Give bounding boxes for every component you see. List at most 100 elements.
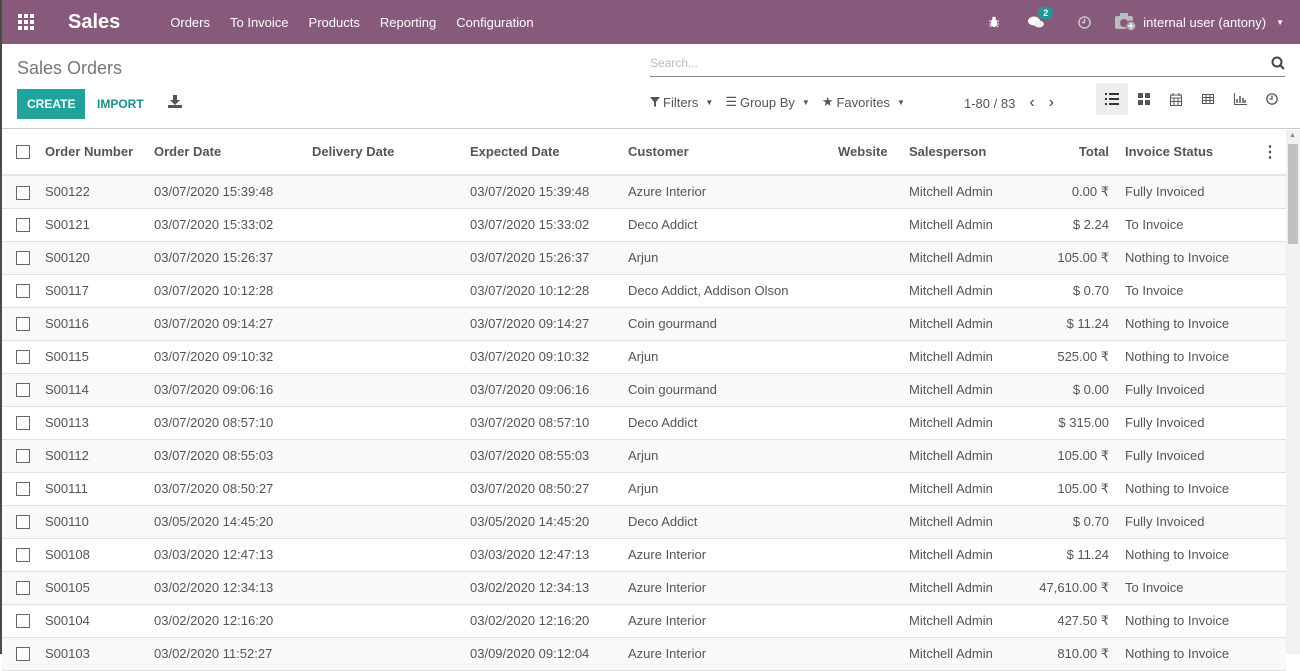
table-row[interactable]: S00105 03/02/2020 12:34:13 03/02/2020 12:3… [2,571,1286,605]
filters-dropdown[interactable]: Filters ▼ [650,95,713,110]
cell-salesperson: Mitchell Admin [901,340,1021,374]
activity-view-button[interactable] [1256,83,1288,115]
apps-menu-button[interactable] [2,0,50,44]
cell-delivery-date [304,472,462,506]
search-input[interactable] [650,53,1250,73]
col-salesperson[interactable]: Salesperson [901,129,1021,176]
favorites-dropdown[interactable]: ★ Favorites ▼ [822,94,905,110]
cell-website [830,406,901,440]
col-total[interactable]: Total [1021,129,1117,176]
cell-delivery-date [304,373,462,407]
cell-order-number: S00116 [37,307,146,341]
row-checkbox[interactable] [16,482,30,497]
table-row[interactable]: S00120 03/07/2020 15:26:37 03/07/2020 15:2… [2,241,1286,275]
row-checkbox[interactable] [16,218,30,233]
table-row[interactable]: S00115 03/07/2020 09:10:32 03/07/2020 09:1… [2,340,1286,374]
row-checkbox[interactable] [16,185,30,200]
row-checkbox[interactable] [16,350,30,365]
table-row[interactable]: S00117 03/07/2020 10:12:28 03/07/2020 10:1… [2,274,1286,308]
row-checkbox[interactable] [16,383,30,398]
pager-value[interactable]: 1-80 / 83 [964,96,1015,111]
col-invoice-status[interactable]: Invoice Status [1117,129,1254,176]
cell-expected-date: 03/07/2020 08:55:03 [462,439,620,473]
group-by-dropdown[interactable]: ☰ Group By ▼ [725,94,810,110]
list-view-button[interactable] [1096,83,1128,115]
cell-expected-date: 03/07/2020 09:10:32 [462,340,620,374]
cell-salesperson: Mitchell Admin [901,406,1021,440]
row-checkbox[interactable] [16,284,30,299]
menu-reporting[interactable]: Reporting [370,15,446,30]
cell-salesperson: Mitchell Admin [901,373,1021,407]
cell-delivery-date [304,175,462,209]
app-title[interactable]: Sales [68,11,120,34]
cell-invoice-status: Fully Invoiced [1117,505,1254,539]
cell-order-date: 03/07/2020 10:12:28 [146,274,304,308]
menu-orders[interactable]: Orders [160,15,220,30]
cell-salesperson: Mitchell Admin [901,208,1021,242]
kanban-view-button[interactable] [1128,83,1160,115]
table-row[interactable]: S00110 03/05/2020 14:45:20 03/05/2020 14:4… [2,505,1286,539]
cell-total: 105.00 ₹ [1021,241,1117,275]
pivot-view-button[interactable] [1192,83,1224,115]
calendar-view-button[interactable] [1160,83,1192,115]
row-checkbox[interactable] [16,317,30,332]
debug-bug-icon[interactable] [988,16,1000,28]
menu-to-invoice[interactable]: To Invoice [220,15,299,30]
col-expected-date[interactable]: Expected Date [462,129,620,176]
menu-products[interactable]: Products [299,15,370,30]
activity-clock-icon[interactable] [1078,15,1092,29]
row-checkbox[interactable] [16,515,30,530]
table-row[interactable]: S00104 03/02/2020 12:16:20 03/02/2020 12:1… [2,604,1286,638]
cell-expected-date: 03/07/2020 09:06:16 [462,373,620,407]
cell-total: $ 0.70 [1021,505,1117,539]
bar-chart-icon [1233,93,1247,105]
optional-columns-kebab-icon[interactable]: ⋮ [1254,129,1286,176]
table-row[interactable]: S00113 03/07/2020 08:57:10 03/07/2020 08:5… [2,406,1286,440]
sales-orders-table: Order Number Order Date Delivery Date Ex… [2,129,1286,671]
row-checkbox[interactable] [16,581,30,596]
table-row[interactable]: S00112 03/07/2020 08:55:03 03/07/2020 08:5… [2,439,1286,473]
cell-website [830,538,901,572]
row-checkbox[interactable] [16,647,30,662]
apps-grid-icon [18,14,34,30]
table-row[interactable]: S00111 03/07/2020 08:50:27 03/07/2020 08:5… [2,472,1286,506]
user-menu[interactable]: internal user (antony) ▼ [1115,13,1284,31]
row-checkbox[interactable] [16,548,30,563]
cell-website [830,373,901,407]
table-row[interactable]: S00116 03/07/2020 09:14:27 03/07/2020 09:1… [2,307,1286,341]
table-row[interactable]: S00122 03/07/2020 15:39:48 03/07/2020 15:3… [2,175,1286,209]
select-all-checkbox[interactable] [16,145,30,160]
row-checkbox[interactable] [16,449,30,464]
row-checkbox[interactable] [16,416,30,431]
row-checkbox[interactable] [16,251,30,266]
cell-website [830,340,901,374]
import-button[interactable]: IMPORT [97,89,144,119]
table-row[interactable]: S00121 03/07/2020 15:33:02 03/07/2020 15:3… [2,208,1286,242]
scrollbar-thumb[interactable] [1288,144,1298,244]
col-customer[interactable]: Customer [620,129,830,176]
pager-next-button[interactable]: › [1049,94,1054,112]
pager-previous-button[interactable]: ‹ [1029,94,1034,112]
cell-order-date: 03/07/2020 08:57:10 [146,406,304,440]
download-icon[interactable] [168,95,182,113]
cell-salesperson: Mitchell Admin [901,472,1021,506]
scroll-up-arrow-icon[interactable]: ▲ [1289,132,1296,139]
messages-button[interactable]: 2 [1028,6,1054,29]
create-button[interactable]: CREATE [17,89,86,119]
graph-view-button[interactable] [1224,83,1256,115]
cell-total: 47,610.00 ₹ [1021,571,1117,605]
col-delivery-date[interactable]: Delivery Date [304,129,462,176]
cell-salesperson: Mitchell Admin [901,604,1021,638]
col-order-number[interactable]: Order Number [37,129,146,176]
cell-invoice-status: Nothing to Invoice [1117,472,1254,506]
row-checkbox[interactable] [16,614,30,629]
col-website[interactable]: Website [830,129,901,176]
cell-expected-date: 03/07/2020 15:33:02 [462,208,620,242]
menu-configuration[interactable]: Configuration [446,15,543,30]
table-row[interactable]: S00114 03/07/2020 09:06:16 03/07/2020 09:0… [2,373,1286,407]
col-order-date[interactable]: Order Date [146,129,304,176]
table-row[interactable]: S00108 03/03/2020 12:47:13 03/03/2020 12:4… [2,538,1286,572]
search-icon[interactable] [1271,56,1285,75]
cell-expected-date: 03/03/2020 12:47:13 [462,538,620,572]
vertical-scrollbar[interactable]: ▲ [1286,130,1300,654]
